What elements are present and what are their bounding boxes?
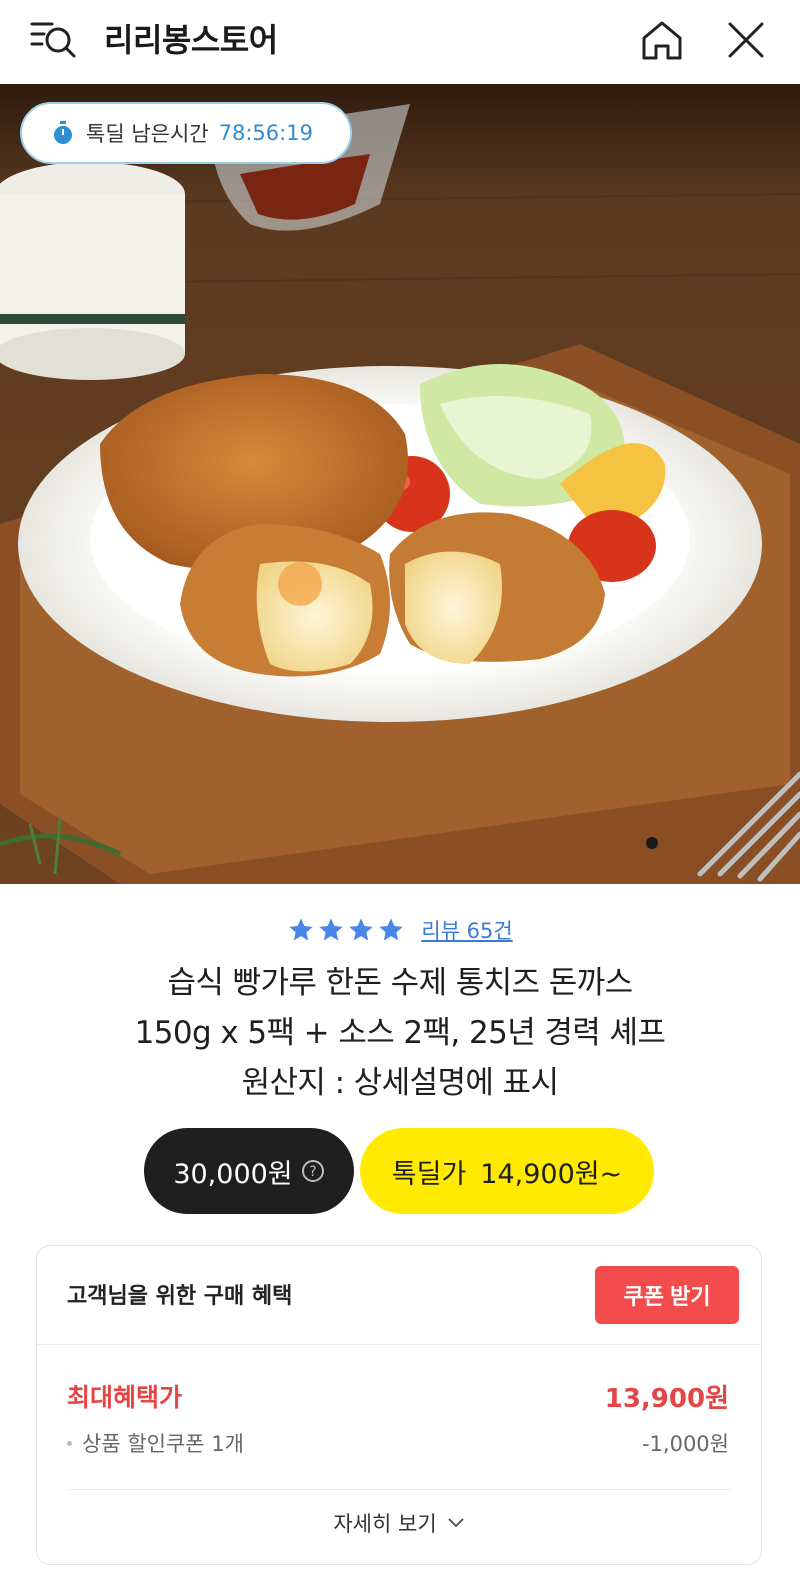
product-title-line3: 원산지 : 상세설명에 표시 [241,1065,559,1101]
see-details-button[interactable]: 자세히 보기 [37,1508,761,1538]
carousel-indicator [646,837,658,849]
review-count-link[interactable]: 리뷰 65건 [421,915,512,945]
benefit-title: 고객님을 위한 구매 혜택 [67,1284,293,1309]
rating-row: 리뷰 65건 [0,910,800,950]
bullet-dot [67,1440,72,1446]
coupon-item: 상품 할인쿠폰 1개 [67,1428,244,1458]
benefit-header: 고객님을 위한 구매 혜택 쿠폰 받기 [37,1246,761,1345]
home-icon[interactable] [640,18,684,62]
timer-value: 78:56:19 [218,121,313,145]
divider [67,1489,731,1490]
coupon-item-label: 상품 할인쿠폰 1개 [82,1432,244,1456]
deal-price-value: 14,900원~ [480,1158,623,1190]
product-image[interactable] [0,84,800,884]
product-title-line2: 150g x 5팩 + 소스 2팩, 25년 경력 셰프 [134,1015,666,1051]
star-icon [349,918,373,941]
original-price-pill[interactable]: 30,000원 ? [144,1128,354,1214]
star-rating [287,916,407,944]
store-title: 리리봉스토어 [104,21,278,59]
timer-label: 톡딜 남은시간 [86,122,209,146]
coupon-discount-value: -1,000원 [641,1432,729,1456]
chevron-down-icon [447,1518,464,1528]
close-icon[interactable] [726,20,766,60]
star-icon [289,918,313,941]
question-icon[interactable]: ? [301,1159,325,1183]
product-photo [0,84,800,884]
deal-timer-badge: 톡딜 남은시간 78:56:19 [20,102,352,164]
stopwatch-icon [54,121,72,144]
max-benefit-label: 최대혜택가 [67,1383,183,1412]
star-icon [379,918,403,941]
max-benefit-price: 13,900원 [604,1384,729,1414]
purchase-benefit-card: 고객님을 위한 구매 혜택 쿠폰 받기 최대혜택가 13,900원 상품 할인쿠… [36,1245,762,1565]
get-coupon-button[interactable]: 쿠폰 받기 [595,1266,739,1324]
deal-price-label: 톡딜가 [391,1158,467,1190]
product-title-line1: 습식 빵가루 한돈 수제 통치즈 돈까스 [167,965,633,1001]
svg-text:?: ? [309,1164,316,1180]
original-price: 30,000원 [173,1158,293,1190]
app-header: 리리봉스토어 [0,0,800,84]
search-menu-icon[interactable] [30,18,78,62]
star-icon [319,918,343,941]
see-details-label: 자세히 보기 [333,1512,437,1536]
deal-price-pill[interactable]: 톡딜가 14,900원~ [360,1128,654,1214]
product-title: 습식 빵가루 한돈 수제 통치즈 돈까스 150g x 5팩 + 소스 2팩, … [60,958,740,1108]
